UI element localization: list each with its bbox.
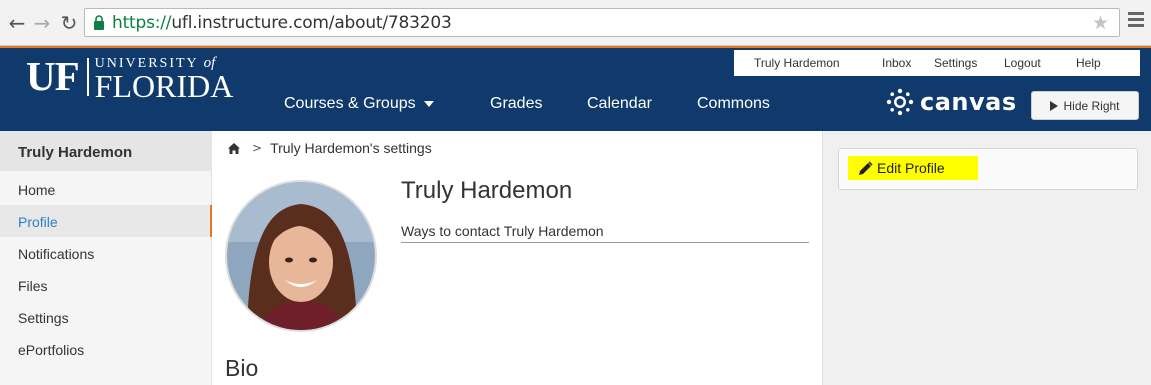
forward-arrow-icon[interactable]: → [31,11,53,35]
bio-heading: Bio [225,355,259,381]
logout-link[interactable]: Logout [1004,56,1041,70]
address-bar[interactable]: https://ufl.instructure.com/about/783203… [84,8,1120,37]
sidebar-item-notifications[interactable]: Notifications [0,237,212,269]
edit-profile-button[interactable]: Edit Profile [848,156,978,180]
sidebar-item-home[interactable]: Home [0,173,212,205]
breadcrumb: > Truly Hardemon's settings [228,140,432,156]
caret-down-icon [423,100,434,107]
inbox-link[interactable]: Inbox [882,56,911,70]
avatar [225,180,377,332]
logo-wordmark: UNIVERSITY of FLORIDA [94,54,234,104]
url-scheme: https:// [112,13,172,33]
header-accent-line [0,46,1151,48]
back-arrow-icon[interactable]: ← [6,11,28,35]
user-name-link[interactable]: Truly Hardemon [754,56,840,70]
logo-uf-text: UF [26,53,80,99]
help-link[interactable]: Help [1076,56,1101,70]
sidebar-item-files[interactable]: Files [0,269,212,301]
url-text: https://ufl.instructure.com/about/783203 [112,13,452,33]
settings-link[interactable]: Settings [934,56,977,70]
commons-link[interactable]: Commons [697,95,770,113]
bookmark-star-icon[interactable]: ★ [1092,12,1109,34]
sidebar-item-eportfolios[interactable]: ePortfolios [0,333,212,365]
browser-toolbar: ← → ↻ https://ufl.instructure.com/about/… [0,0,1151,46]
play-icon [1050,100,1059,111]
breadcrumb-current[interactable]: Truly Hardemon's settings [270,140,432,156]
contact-heading: Ways to contact Truly Hardemon [401,223,809,243]
url-path: ufl.instructure.com/about/783203 [171,13,452,33]
courses-groups-label: Courses & Groups [284,95,416,112]
pencil-icon [859,160,873,175]
hide-right-label: Hide Right [1063,98,1120,113]
sidebar-item-settings[interactable]: Settings [0,301,212,333]
uf-logo[interactable]: UF UNIVERSITY of FLORIDA [26,53,234,104]
avatar-portrait-image [227,182,375,330]
chevron-right-icon: > [252,141,263,155]
courses-groups-menu[interactable]: Courses & Groups [284,95,434,113]
canvas-logo-icon [886,88,914,116]
lock-icon [94,15,104,30]
profile-name: Truly Hardemon [401,177,573,204]
grades-link[interactable]: Grades [490,95,542,113]
sidebar-title: Truly Hardemon [0,131,212,171]
canvas-wordmark: canvas [920,88,1017,116]
browser-menu-icon[interactable] [1128,12,1146,30]
left-sidebar: Truly Hardemon Home Profile Notification… [0,131,212,385]
calendar-link[interactable]: Calendar [587,95,652,113]
home-icon[interactable] [228,142,240,154]
hide-right-button[interactable]: Hide Right [1031,91,1139,120]
canvas-brand[interactable]: canvas [886,88,1017,116]
sidebar-item-profile[interactable]: Profile [0,205,212,237]
edit-profile-label: Edit Profile [877,160,945,176]
logo-divider [86,58,89,96]
logo-florida-text: FLORIDA [94,68,234,104]
utility-nav: Truly Hardemon Inbox Settings Logout Hel… [734,50,1140,76]
reload-icon[interactable]: ↻ [58,11,80,35]
